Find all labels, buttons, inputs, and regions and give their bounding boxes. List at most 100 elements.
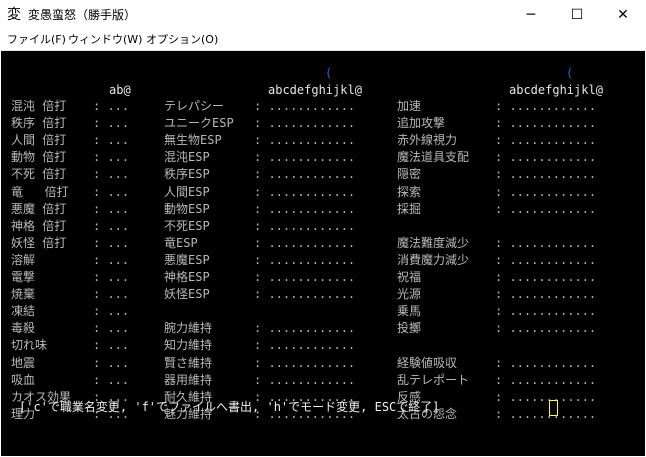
col1-row-label: 凍結 xyxy=(11,304,36,318)
app-icon: 変 xyxy=(7,7,21,23)
col3-row-value: : ............ xyxy=(495,304,597,318)
col3-row-label: 消費魔力減少 xyxy=(397,253,470,267)
col1-row-label: 動物 倍打 xyxy=(11,150,67,164)
col1-row-value: : ... xyxy=(93,150,130,164)
col1-row-value: : ... xyxy=(93,321,130,335)
col1-row-label: 吸血 xyxy=(11,373,36,387)
col3-row-value: : ............ xyxy=(495,116,597,130)
col1-row-label: 溶解 xyxy=(11,253,36,267)
col2-row-label: 竜ESP xyxy=(164,236,198,250)
menu-file[interactable]: ファイル(F) xyxy=(7,33,66,47)
col3-row-value: : ............ xyxy=(495,287,597,301)
col2-row-label: 動物ESP xyxy=(164,202,210,216)
col2-marker: ( xyxy=(325,66,333,80)
col3-row-value: : ............ xyxy=(495,373,597,387)
col3-marker: ( xyxy=(566,66,574,80)
col3-row-label: 追加攻撃 xyxy=(397,116,446,130)
col1-row-value: : ... xyxy=(93,99,130,113)
menu-window[interactable]: ウィンドウ(W) xyxy=(68,33,142,47)
col2-row-value: : ............ xyxy=(254,338,356,352)
col3-row-label: 魔法難度減少 xyxy=(397,236,470,250)
col3-row-value: : ............ xyxy=(495,167,597,181)
command-prompt: ['c'で職業名変更, 'f'でファイルへ書出, 'h'でモード変更, ESCで… xyxy=(19,400,440,414)
col2-row-label: 知力維持 xyxy=(164,338,213,352)
col3-row-label: 隠密 xyxy=(397,167,422,181)
col3-row-label: 探索 xyxy=(397,185,422,199)
text-cursor xyxy=(549,400,558,416)
col3-row-label: 乗馬 xyxy=(397,304,422,318)
col3-row-value: : ............ xyxy=(495,321,597,335)
col1-row-label: 混沌 倍打 xyxy=(11,99,67,113)
col2-row-label: 悪魔ESP xyxy=(164,253,210,267)
col3-row-value: : ............ xyxy=(495,185,597,199)
col3-row-label: 採掘 xyxy=(397,202,422,216)
col2-row-value: : ............ xyxy=(254,253,356,267)
col2-row-value: : ............ xyxy=(254,167,356,181)
col1-row-label: 切れ味 xyxy=(11,338,48,352)
col2-row-value: : ............ xyxy=(254,356,356,370)
col1-row-value: : ... xyxy=(93,236,130,250)
col3-row-value: : ............ xyxy=(495,202,597,216)
col2-row-label: 神格ESP xyxy=(164,270,210,284)
col1-row-value: : ... xyxy=(93,356,130,370)
col2-row-label: 妖怪ESP xyxy=(164,287,210,301)
col1-row-label: 電撃 xyxy=(11,270,36,284)
col2-row-value: : ............ xyxy=(254,150,356,164)
col3-row-label: 光源 xyxy=(397,287,422,301)
col1-row-value: : ... xyxy=(93,338,130,352)
col1-row-label: 不死 倍打 xyxy=(11,167,67,181)
col2-row-label: 不死ESP xyxy=(164,219,210,233)
col3-row-label: 魔法道具支配 xyxy=(397,150,470,164)
col1-row-label: 人間 倍打 xyxy=(11,133,67,147)
col1-row-label: 妖怪 倍打 xyxy=(11,236,67,250)
col3-row-value: : ............ xyxy=(495,133,597,147)
col2-row-label: 混沌ESP xyxy=(164,150,210,164)
col2-row-value: : ............ xyxy=(254,373,356,387)
col2-row-label: 秩序ESP xyxy=(164,167,210,181)
col1-header: ab@ xyxy=(109,83,131,97)
col3-row-value: : ............ xyxy=(495,99,597,113)
col1-row-value: : ... xyxy=(93,116,130,130)
col3-row-value: : ............ xyxy=(495,407,597,421)
minimize-icon[interactable]: ─ xyxy=(508,0,554,30)
col2-row-value: : ............ xyxy=(254,321,356,335)
col3-row-value: : ............ xyxy=(495,356,597,370)
col3-row-label: 祝福 xyxy=(397,270,422,284)
col3-row-value: : ............ xyxy=(495,390,597,404)
window-title: 変愚蛮怒（勝手版） xyxy=(28,8,137,22)
col3-row-label: 投擲 xyxy=(397,321,422,335)
col2-row-value: : ............ xyxy=(254,270,356,284)
close-icon[interactable]: ✕ xyxy=(600,0,646,30)
col1-row-label: 焼棄 xyxy=(11,287,36,301)
title-bar: 変 変愚蛮怒（勝手版） ─ ☐ ✕ xyxy=(0,0,646,30)
maximize-icon[interactable]: ☐ xyxy=(554,0,600,30)
col2-header: abcdefghijkl@ xyxy=(268,83,362,97)
col2-row-value: : ............ xyxy=(254,116,356,130)
col1-row-value: : ... xyxy=(93,304,130,318)
col2-row-label: 腕力維持 xyxy=(164,321,213,335)
col2-row-value: : ............ xyxy=(254,133,356,147)
col2-row-value: : ............ xyxy=(254,287,356,301)
menu-bar: ファイル(F) ウィンドウ(W) オプション(O) xyxy=(0,30,646,51)
col3-row-value: : ............ xyxy=(495,253,597,267)
col1-row-value: : ... xyxy=(93,202,130,216)
col2-row-value: : ............ xyxy=(254,202,356,216)
col1-row-label: 神格 倍打 xyxy=(11,219,67,233)
col3-row-value: : ............ xyxy=(495,236,597,250)
col1-row-label: 地震 xyxy=(11,356,36,370)
col3-row-label: 加速 xyxy=(397,99,422,113)
col2-row-value: : ............ xyxy=(254,99,356,113)
menu-options[interactable]: オプション(O) xyxy=(146,33,218,47)
col2-row-value: : ............ xyxy=(254,236,356,250)
col2-row-value: : ............ xyxy=(254,219,356,233)
col1-row-value: : ... xyxy=(93,185,130,199)
col1-row-label: 毒殺 xyxy=(11,321,36,335)
col3-row-value: : ............ xyxy=(495,150,597,164)
col1-row-value: : ... xyxy=(93,287,130,301)
col2-row-label: テレパシー xyxy=(164,99,225,113)
col1-row-value: : ... xyxy=(93,219,130,233)
col2-row-label: 人間ESP xyxy=(164,185,210,199)
col3-row-label: 赤外線視力 xyxy=(397,133,458,147)
col3-row-value: : ............ xyxy=(495,270,597,284)
terminal-screen: ( ( ab@ abcdefghijkl@ abcdefghijkl@ 混沌 倍… xyxy=(1,51,645,456)
